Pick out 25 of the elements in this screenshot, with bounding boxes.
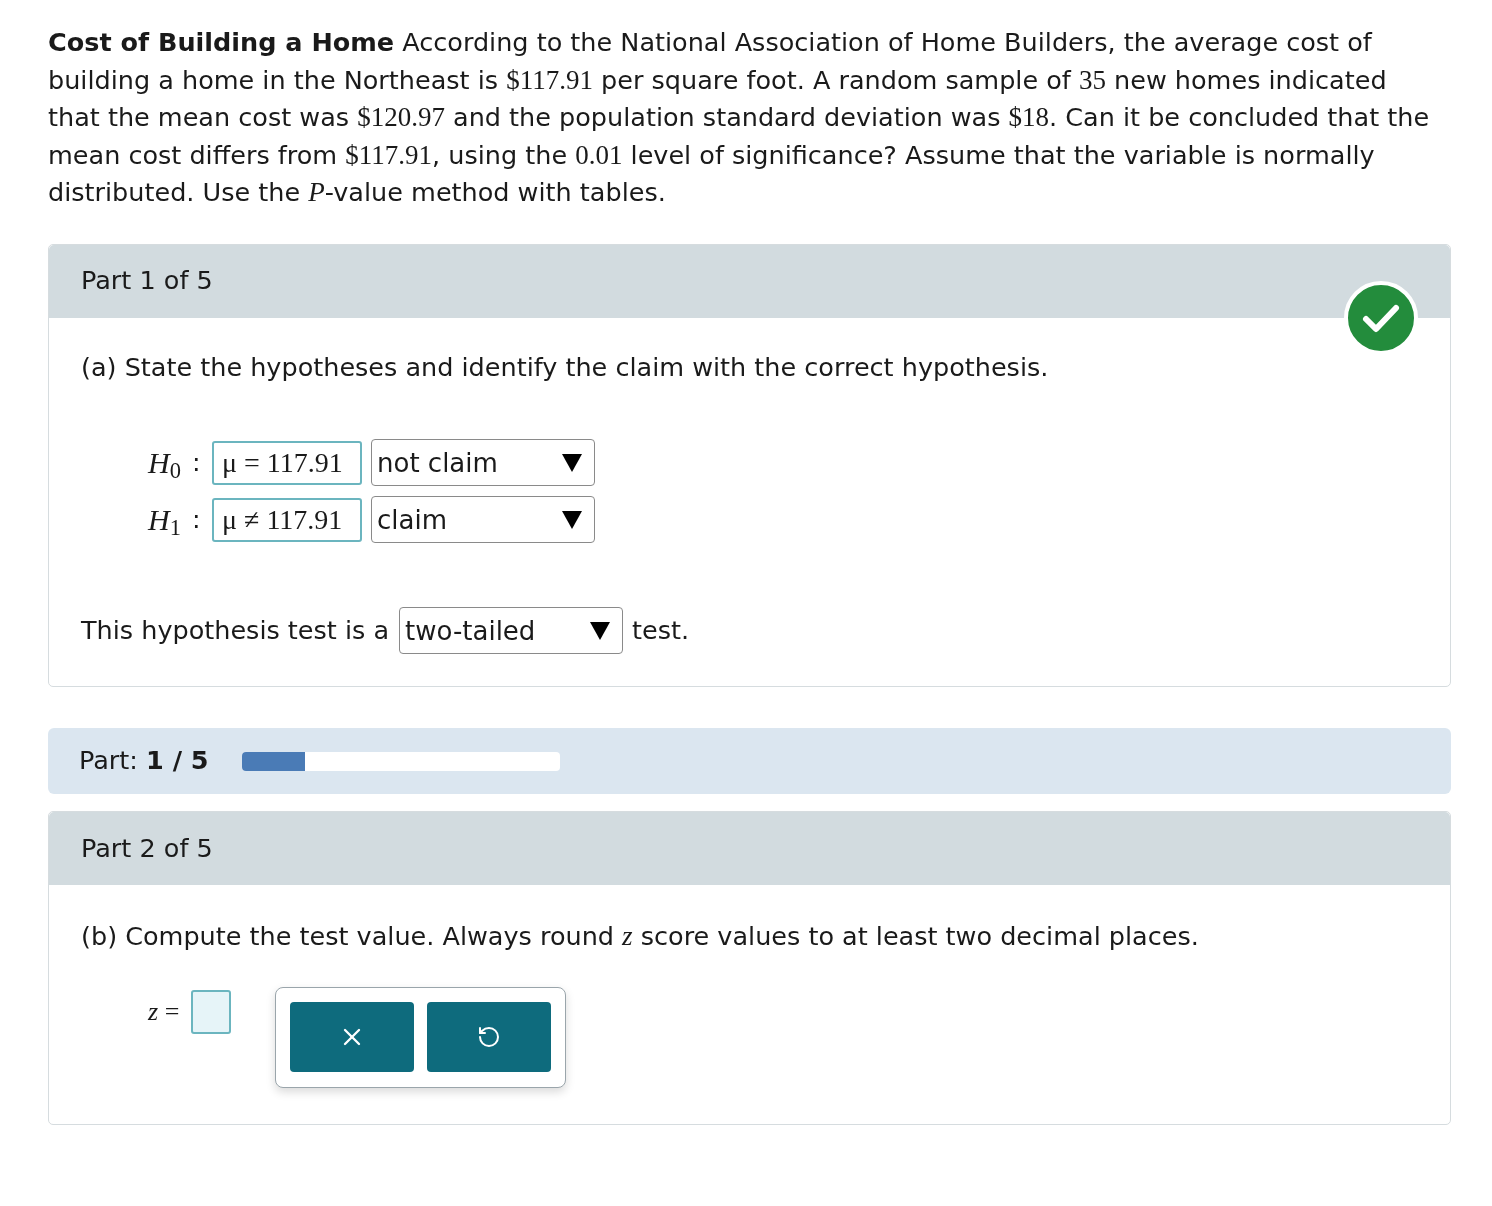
caret-icon: [590, 621, 611, 640]
undo-icon: [477, 1025, 502, 1049]
answer-field[interactable]: μ ≠ 117.91: [212, 497, 362, 542]
hypothesis-label: H$_{1}$: [148, 501, 182, 539]
clear-button[interactable]: [290, 1002, 415, 1072]
answer-field[interactable]: [191, 989, 232, 1034]
answer-label: z =: [148, 995, 180, 1028]
part-title: Part 1 of 5: [81, 264, 213, 298]
sentence-text: test.: [632, 613, 690, 647]
question-text: (b) Compute the test value. Always round z score values to at least two decimal places.: [81, 920, 1200, 953]
colon-text: :: [192, 502, 202, 536]
dropdown-select[interactable]: claim: [371, 496, 595, 543]
answer-field[interactable]: μ = 117.91: [212, 440, 362, 485]
undo-button[interactable]: [427, 1002, 552, 1072]
caret-icon: [562, 453, 582, 472]
caret-icon: [562, 510, 582, 529]
dropdown-select[interactable]: two-tailed: [399, 607, 624, 654]
progress-label: Part: 1 / 5: [79, 744, 209, 778]
sentence-text: This hypothesis test is a: [81, 613, 390, 647]
problem-text: Cost of Building a Home According to the National Association of Home Builders, the average cost of building a home in the Northeast is $117.91 per square foot. A random sample of 35 new homes indicated that the mean cost was $120.97 and the population standard deviation was $18. Can it be concluded that the mean cost differs from $117.91, using the 0.01 level of significance? Assume that the variable is normally distributed. Use the P-value method with tables.: [48, 26, 1431, 209]
question-text: (a) State the hypotheses and identify the claim with the correct hypothesis.: [81, 350, 1050, 384]
hypothesis-label: H$_{0}$: [148, 444, 182, 482]
colon-text: :: [192, 445, 202, 479]
part-title: Part 2 of 5: [81, 831, 213, 865]
dropdown-select[interactable]: not claim: [371, 439, 595, 486]
